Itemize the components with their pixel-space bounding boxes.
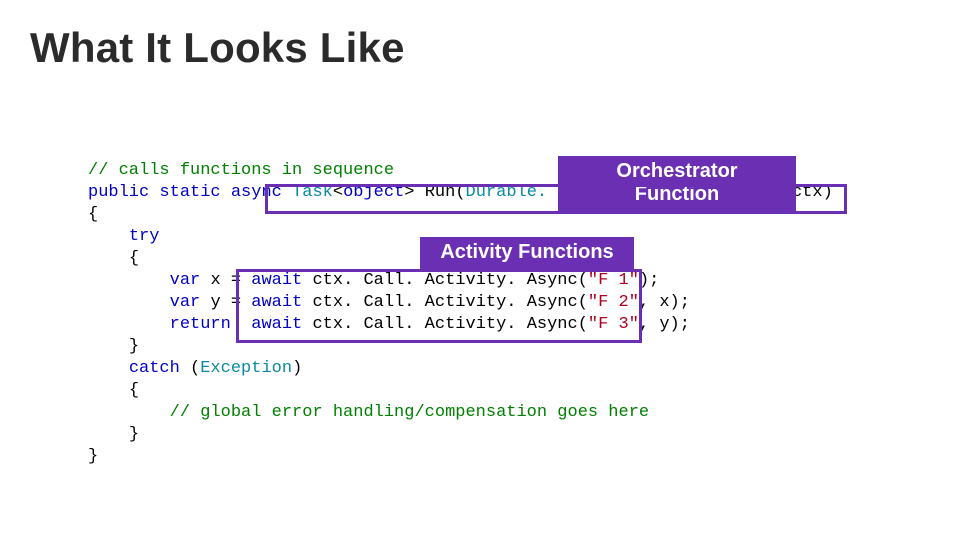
code-comment-1: // calls functions in sequence [88,161,394,180]
var-x: x [210,271,220,290]
callout-orchestrator: Orchestrator Function [558,156,796,212]
brace: } [129,337,139,356]
kw-await1: await [251,271,302,290]
expr-ctx1: ctx. Call. Activity. Async [312,271,577,290]
kw-var1: var [170,271,201,290]
str-f2: "F 2" [588,293,639,312]
brace: { [129,381,139,400]
kw-object: object [343,183,404,202]
param-ctx: ctx [792,183,823,202]
brace: { [88,205,98,224]
kw-try: try [129,227,160,246]
str-f3: "F 3" [588,315,639,334]
kw-public: public [88,183,149,202]
brace: } [129,425,139,444]
kw-await2: await [251,293,302,312]
expr-ctx2: ctx. Call. Activity. Async [312,293,577,312]
brace: { [129,249,139,268]
callout-activity: Activity Functions [420,237,634,270]
kw-var2: var [170,293,201,312]
var-y: y [210,293,220,312]
kw-return: return [170,315,231,334]
type-exception: Exception [200,359,292,378]
code-comment-2: // global error handling/compensation go… [170,403,649,422]
slide-title: What It Looks Like [30,24,405,72]
kw-static: static [159,183,220,202]
slide: What It Looks Like // calls functions in… [0,0,960,540]
kw-async: async [231,183,282,202]
kw-await3: await [251,315,302,334]
brace: } [88,447,98,466]
str-f1: "F 1" [588,271,639,290]
expr-ctx3: ctx. Call. Activity. Async [312,315,577,334]
method-run: Run [425,183,456,202]
type-task: Task [292,183,333,202]
kw-catch: catch [129,359,180,378]
